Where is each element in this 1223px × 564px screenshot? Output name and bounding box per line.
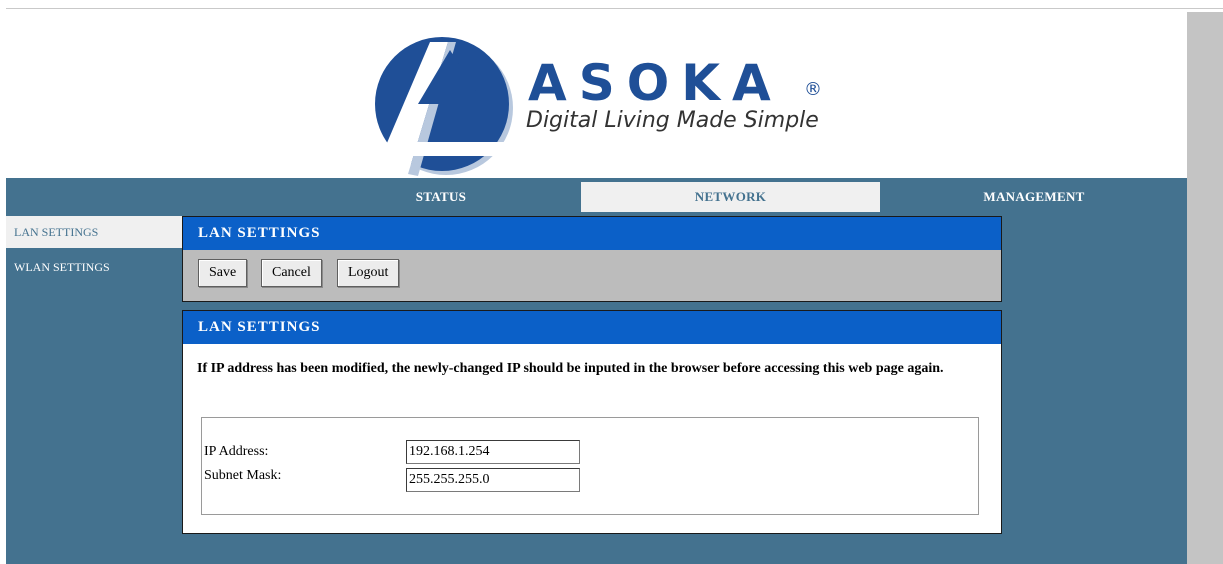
registered-mark: ® <box>804 79 822 100</box>
asoka-logo: ASOKA ® Digital Living Made Simple <box>368 24 868 184</box>
save-button[interactable]: Save <box>198 259 248 287</box>
tab-network[interactable]: NETWORK <box>581 182 880 212</box>
subnet-mask-input[interactable] <box>406 468 580 492</box>
brand-name: ASOKA <box>528 54 783 112</box>
lan-settings-panel: LAN SETTINGS If IP address has been modi… <box>182 310 1002 534</box>
cancel-button[interactable]: Cancel <box>261 259 322 287</box>
tab-management[interactable]: MANAGEMENT <box>884 182 1184 212</box>
scrollbar[interactable] <box>1187 12 1223 564</box>
ip-address-input[interactable] <box>406 440 580 464</box>
subnet-mask-label: Subnet Mask: <box>204 468 282 483</box>
settings-title: LAN SETTINGS <box>183 311 1001 344</box>
sidebar-item-wlan-settings[interactable]: WLAN SETTINGS <box>6 252 182 282</box>
sidebar-item-lan-settings[interactable]: LAN SETTINGS <box>6 216 182 248</box>
top-border <box>0 0 1223 9</box>
top-nav: STATUS NETWORK MANAGEMENT <box>6 178 1187 214</box>
header: ASOKA ® Digital Living Made Simple <box>6 12 1187 178</box>
browser-viewport: ASOKA ® Digital Living Made Simple STATU… <box>0 0 1223 564</box>
toolbar-title: LAN SETTINGS <box>183 217 1001 250</box>
ip-address-label: IP Address: <box>204 444 269 459</box>
tab-status[interactable]: STATUS <box>306 182 576 212</box>
logo-emblem-icon <box>375 37 518 176</box>
brand-tagline: Digital Living Made Simple <box>526 108 819 133</box>
toolbar-panel: LAN SETTINGS Save Cancel Logout <box>182 216 1002 302</box>
content-area: LAN SETTINGS WLAN SETTINGS LAN SETTINGS … <box>6 214 1187 564</box>
logout-button[interactable]: Logout <box>337 259 400 287</box>
ip-change-notice: If IP address has been modified, the new… <box>197 361 944 376</box>
lan-fields-box: IP Address: Subnet Mask: <box>201 417 979 515</box>
